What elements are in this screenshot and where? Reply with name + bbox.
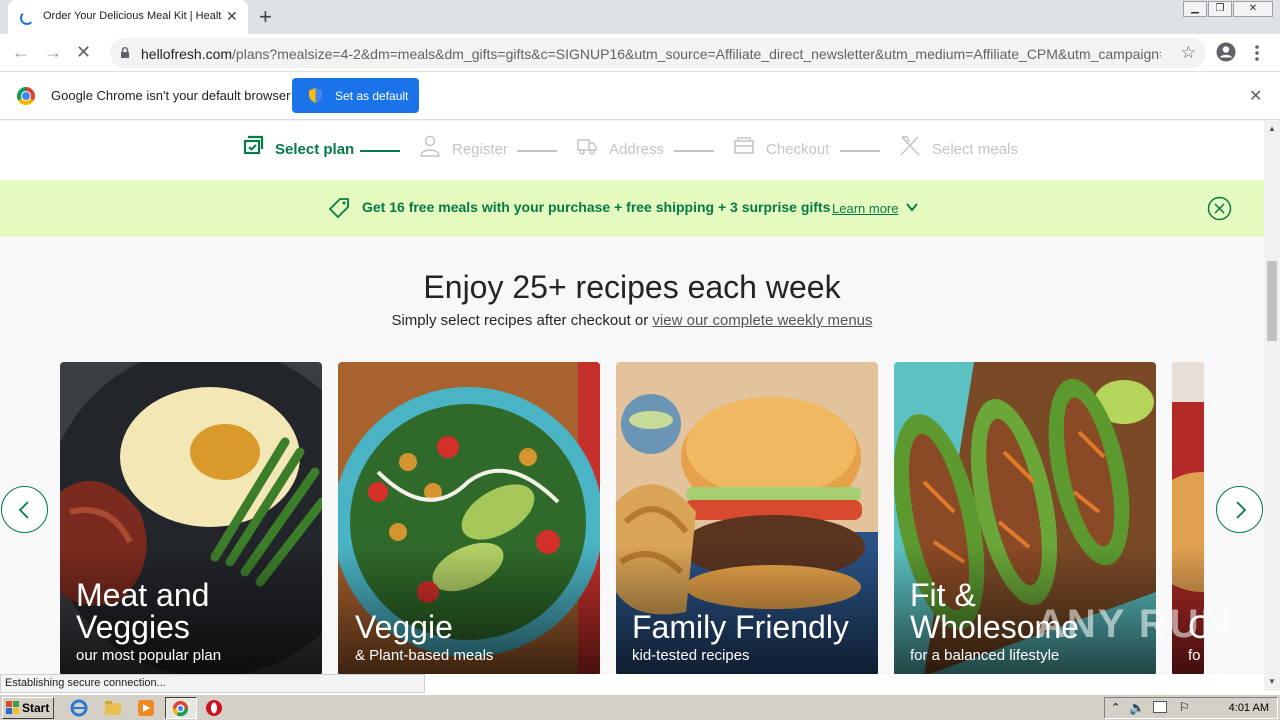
utensils-icon: [900, 136, 920, 156]
chrome-icon: [172, 700, 189, 717]
windows-flag-icon: [6, 701, 19, 714]
card-title: Veggie: [355, 609, 453, 645]
tab-title: Order Your Delicious Meal Kit | Healt: [43, 10, 222, 22]
tab-strip: Order Your Delicious Meal Kit | Healt ✕ …: [0, 0, 1280, 34]
chevron-right-icon: [1236, 501, 1247, 519]
step-select-plan: Select plan: [275, 141, 355, 158]
subtitle-text: Simply select recipes after checkout or: [391, 312, 653, 329]
card-title: Fit &: [910, 577, 976, 613]
set-as-default-button[interactable]: Set as default: [292, 78, 419, 113]
card-subtitle: for a balanced lifestyle: [910, 647, 1060, 664]
network-icon[interactable]: [1153, 701, 1167, 713]
plan-card-meat-and-veggies[interactable]: Meat and Veggies our most popular plan: [60, 362, 322, 674]
tab-close-icon[interactable]: ✕: [226, 8, 238, 25]
truck-icon: [577, 139, 597, 155]
step-divider: [360, 150, 400, 152]
step-divider: [517, 150, 557, 152]
page-scrollbar[interactable]: ▲ ▼: [1264, 121, 1280, 691]
page-title: Enjoy 25+ recipes each week: [423, 269, 841, 305]
card-subtitle: our most popular plan: [76, 647, 222, 664]
infobar-message: Google Chrome isn't your default browser: [51, 88, 291, 103]
taskbar: Start ⌃ 🔈 ⚐ 4:01 AM: [0, 694, 1280, 720]
start-label: Start: [22, 701, 50, 715]
chevron-left-icon: [18, 501, 29, 519]
address-bar[interactable]: hellofresh.com/plans?mealsize=4-2&dm=mea…: [110, 38, 1206, 68]
new-tab-button[interactable]: +: [259, 4, 272, 30]
checkout-icon: [734, 137, 754, 154]
default-browser-infobar: Google Chrome isn't your default browser…: [0, 72, 1280, 120]
step-divider: [840, 150, 880, 152]
forward-button[interactable]: →: [44, 42, 62, 63]
page-content: Select plan Register Address Checkout Se…: [0, 121, 1264, 674]
stop-button[interactable]: ✕: [76, 42, 91, 63]
user-icon: [420, 135, 440, 157]
tag-icon: [328, 198, 349, 219]
promo-close-icon[interactable]: [1207, 196, 1232, 221]
close-icon[interactable]: ✕: [1249, 86, 1262, 106]
action-center-flag-icon[interactable]: ⚐: [1179, 700, 1190, 714]
checkout-stepper: Select plan Register Address Checkout Se…: [0, 121, 1264, 180]
scroll-thumb[interactable]: [1267, 261, 1277, 341]
start-button[interactable]: Start: [2, 697, 54, 719]
set-as-default-label: Set as default: [335, 89, 409, 103]
browser-tab[interactable]: Order Your Delicious Meal Kit | Healt ✕: [8, 0, 248, 34]
card-title: Veggies: [76, 609, 190, 645]
internet-explorer-icon[interactable]: [70, 699, 88, 717]
loading-spinner-icon: [20, 11, 34, 25]
step-select-meals: Select meals: [932, 141, 1018, 158]
back-button[interactable]: ←: [12, 42, 30, 63]
media-player-icon[interactable]: [137, 699, 155, 717]
url-text: hellofresh.com/plans?mealsize=4-2&dm=mea…: [141, 46, 1161, 62]
window-close-button[interactable]: ✕: [1233, 1, 1273, 17]
card-subtitle: & Plant-based meals: [355, 647, 494, 664]
scroll-down-arrow[interactable]: ▼: [1268, 677, 1276, 686]
learn-more-link[interactable]: Learn more: [832, 201, 898, 216]
promo-text: Get 16 free meals with your purchase + f…: [362, 199, 831, 215]
step-register: Register: [452, 141, 508, 158]
chrome-logo-icon: [17, 87, 35, 105]
watermark-logo: ANY RUN: [1036, 602, 1232, 646]
clock[interactable]: 4:01 AM: [1229, 702, 1269, 714]
card-subtitle: kid-tested recipes: [632, 647, 750, 664]
step-divider: [674, 150, 714, 152]
folder-icon[interactable]: [104, 699, 122, 717]
restore-button[interactable]: ❐: [1208, 1, 1232, 17]
step-address: Address: [609, 141, 665, 158]
card-title: Family Friendly: [632, 609, 849, 645]
menu-icon[interactable]: [1254, 44, 1260, 62]
step-checkout: Checkout: [766, 141, 830, 158]
carousel-next-button[interactable]: [1216, 486, 1263, 533]
scroll-up-arrow[interactable]: ▲: [1268, 124, 1276, 133]
opera-icon[interactable]: [205, 699, 223, 717]
select-plan-icon: [243, 135, 264, 155]
chevron-down-icon[interactable]: [905, 200, 919, 214]
account-icon[interactable]: [1216, 42, 1236, 62]
card-title: Meat and: [76, 577, 210, 613]
shield-icon: [309, 88, 322, 103]
browser-toolbar: ← → ✕ hellofresh.com/plans?mealsize=4-2&…: [0, 34, 1280, 72]
system-tray: ⌃ 🔈 ⚐ 4:01 AM: [1104, 697, 1278, 719]
promo-banner: Get 16 free meals with your purchase + f…: [0, 180, 1264, 237]
plan-card-family-friendly[interactable]: Family Friendly kid-tested recipes: [616, 362, 878, 674]
chrome-taskbar-button[interactable]: [165, 697, 197, 719]
star-icon[interactable]: ☆: [1181, 43, 1196, 63]
status-bar: Establishing secure connection...: [0, 674, 425, 693]
tray-expand-icon[interactable]: ⌃: [1111, 701, 1120, 714]
lock-icon: [121, 47, 129, 58]
plan-card-veggie[interactable]: Veggie & Plant-based meals: [338, 362, 600, 674]
page-subtitle: Simply select recipes after checkout or …: [0, 312, 1264, 329]
carousel-prev-button[interactable]: [1, 486, 48, 533]
minimize-button[interactable]: ▁: [1183, 1, 1207, 17]
weekly-menus-link[interactable]: view our complete weekly menus: [652, 312, 872, 329]
card-subtitle: fo: [1188, 647, 1201, 664]
volume-icon[interactable]: 🔈: [1129, 700, 1145, 716]
